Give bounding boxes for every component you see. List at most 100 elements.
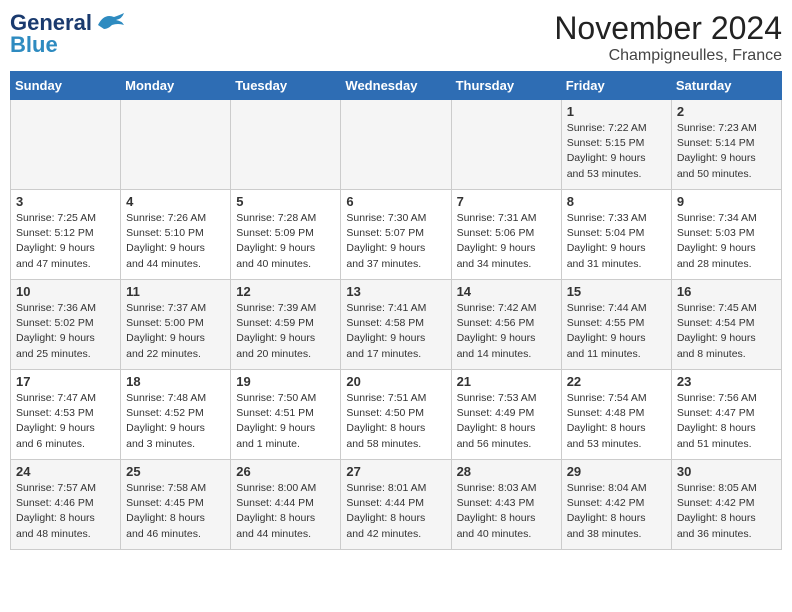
day-info: Sunrise: 8:00 AM Sunset: 4:44 PM Dayligh… <box>236 481 335 542</box>
day-info: Sunrise: 7:30 AM Sunset: 5:07 PM Dayligh… <box>346 211 445 272</box>
day-info: Sunrise: 7:53 AM Sunset: 4:49 PM Dayligh… <box>457 391 556 452</box>
day-info: Sunrise: 8:05 AM Sunset: 4:42 PM Dayligh… <box>677 481 776 542</box>
calendar-cell: 29Sunrise: 8:04 AM Sunset: 4:42 PM Dayli… <box>561 460 671 550</box>
day-number: 8 <box>567 194 666 209</box>
day-info: Sunrise: 7:54 AM Sunset: 4:48 PM Dayligh… <box>567 391 666 452</box>
calendar-cell <box>341 100 451 190</box>
day-info: Sunrise: 7:58 AM Sunset: 4:45 PM Dayligh… <box>126 481 225 542</box>
day-number: 29 <box>567 464 666 479</box>
calendar-cell: 14 Sunrise: 7:42 AM Sunset: 4:56 PM Dayli… <box>451 280 561 370</box>
calendar-cell: 12 Sunrise: 7:39 AM Sunset: 4:59 PM Dayli… <box>231 280 341 370</box>
day-info: Sunrise: 7:33 AM Sunset: 5:04 PM Dayligh… <box>567 211 666 272</box>
day-number: 2 <box>677 104 776 119</box>
calendar-week-row: 10 Sunrise: 7:36 AM Sunset: 5:02 PM Dayli… <box>11 280 782 370</box>
day-info: Sunrise: 7:57 AM Sunset: 4:46 PM Dayligh… <box>16 481 115 542</box>
day-number: 18 <box>126 374 225 389</box>
calendar-week-row: 17 Sunrise: 7:47 AM Sunset: 4:53 PM Dayli… <box>11 370 782 460</box>
calendar-cell: 8 Sunrise: 7:33 AM Sunset: 5:04 PM Daylig… <box>561 190 671 280</box>
day-number: 4 <box>126 194 225 209</box>
month-title: November 2024 <box>554 10 782 47</box>
day-info: Sunrise: 7:56 AM Sunset: 4:47 PM Dayligh… <box>677 391 776 452</box>
calendar-cell: 13Sunrise: 7:41 AM Sunset: 4:58 PM Dayli… <box>341 280 451 370</box>
calendar-cell: 22 Sunrise: 7:54 AM Sunset: 4:48 PM Dayli… <box>561 370 671 460</box>
day-info: Sunrise: 7:34 AM Sunset: 5:03 PM Dayligh… <box>677 211 776 272</box>
calendar-cell: 20 Sunrise: 7:51 AM Sunset: 4:50 PM Dayli… <box>341 370 451 460</box>
calendar-week-row: 1 Sunrise: 7:22 AM Sunset: 5:15 PM Daylig… <box>11 100 782 190</box>
calendar-cell: 18 Sunrise: 7:48 AM Sunset: 4:52 PM Dayli… <box>121 370 231 460</box>
day-number: 9 <box>677 194 776 209</box>
day-number: 30 <box>677 464 776 479</box>
calendar-cell: 21 Sunrise: 7:53 AM Sunset: 4:49 PM Dayli… <box>451 370 561 460</box>
day-info: Sunrise: 7:22 AM Sunset: 5:15 PM Dayligh… <box>567 121 666 182</box>
calendar-cell: 24 Sunrise: 7:57 AM Sunset: 4:46 PM Dayli… <box>11 460 121 550</box>
calendar-cell: 10 Sunrise: 7:36 AM Sunset: 5:02 PM Dayli… <box>11 280 121 370</box>
day-info: Sunrise: 8:01 AM Sunset: 4:44 PM Dayligh… <box>346 481 445 542</box>
day-info: Sunrise: 7:45 AM Sunset: 4:54 PM Dayligh… <box>677 301 776 362</box>
day-number: 1 <box>567 104 666 119</box>
calendar-cell: 16 Sunrise: 7:45 AM Sunset: 4:54 PM Dayli… <box>671 280 781 370</box>
day-info: Sunrise: 8:03 AM Sunset: 4:43 PM Dayligh… <box>457 481 556 542</box>
day-info: Sunrise: 7:28 AM Sunset: 5:09 PM Dayligh… <box>236 211 335 272</box>
day-number: 10 <box>16 284 115 299</box>
day-number: 19 <box>236 374 335 389</box>
calendar-cell: 19 Sunrise: 7:50 AM Sunset: 4:51 PM Dayli… <box>231 370 341 460</box>
day-number: 12 <box>236 284 335 299</box>
day-of-week-header: Wednesday <box>341 72 451 100</box>
day-number: 14 <box>457 284 556 299</box>
day-number: 21 <box>457 374 556 389</box>
calendar-cell <box>451 100 561 190</box>
day-number: 7 <box>457 194 556 209</box>
day-info: Sunrise: 7:36 AM Sunset: 5:02 PM Dayligh… <box>16 301 115 362</box>
calendar-cell: 9 Sunrise: 7:34 AM Sunset: 5:03 PM Daylig… <box>671 190 781 280</box>
day-number: 3 <box>16 194 115 209</box>
day-number: 20 <box>346 374 445 389</box>
day-number: 16 <box>677 284 776 299</box>
calendar-header: General Blue November 2024 Champigneulle… <box>10 10 782 65</box>
calendar-week-row: 24 Sunrise: 7:57 AM Sunset: 4:46 PM Dayli… <box>11 460 782 550</box>
day-of-week-header: Sunday <box>11 72 121 100</box>
day-info: Sunrise: 7:51 AM Sunset: 4:50 PM Dayligh… <box>346 391 445 452</box>
calendar-cell: 7 Sunrise: 7:31 AM Sunset: 5:06 PM Daylig… <box>451 190 561 280</box>
title-block: November 2024 Champigneulles, France <box>554 10 782 65</box>
day-number: 23 <box>677 374 776 389</box>
calendar-cell <box>11 100 121 190</box>
day-info: Sunrise: 7:26 AM Sunset: 5:10 PM Dayligh… <box>126 211 225 272</box>
calendar-week-row: 3 Sunrise: 7:25 AM Sunset: 5:12 PM Daylig… <box>11 190 782 280</box>
day-of-week-header: Monday <box>121 72 231 100</box>
day-info: Sunrise: 7:44 AM Sunset: 4:55 PM Dayligh… <box>567 301 666 362</box>
day-info: Sunrise: 7:41 AM Sunset: 4:58 PM Dayligh… <box>346 301 445 362</box>
calendar-cell: 27 Sunrise: 8:01 AM Sunset: 4:44 PM Dayli… <box>341 460 451 550</box>
calendar-header-row: SundayMondayTuesdayWednesdayThursdayFrid… <box>11 72 782 100</box>
logo-bird-icon <box>94 11 126 33</box>
day-info: Sunrise: 7:25 AM Sunset: 5:12 PM Dayligh… <box>16 211 115 272</box>
calendar-cell: 15 Sunrise: 7:44 AM Sunset: 4:55 PM Dayli… <box>561 280 671 370</box>
calendar-table: SundayMondayTuesdayWednesdayThursdayFrid… <box>10 71 782 550</box>
day-info: Sunrise: 7:50 AM Sunset: 4:51 PM Dayligh… <box>236 391 335 452</box>
calendar-cell: 6 Sunrise: 7:30 AM Sunset: 5:07 PM Daylig… <box>341 190 451 280</box>
day-number: 15 <box>567 284 666 299</box>
day-number: 26 <box>236 464 335 479</box>
day-number: 17 <box>16 374 115 389</box>
calendar-cell: 17 Sunrise: 7:47 AM Sunset: 4:53 PM Dayli… <box>11 370 121 460</box>
calendar-cell: 1 Sunrise: 7:22 AM Sunset: 5:15 PM Daylig… <box>561 100 671 190</box>
calendar-cell: 4 Sunrise: 7:26 AM Sunset: 5:10 PM Daylig… <box>121 190 231 280</box>
day-info: Sunrise: 7:31 AM Sunset: 5:06 PM Dayligh… <box>457 211 556 272</box>
calendar-cell: 3 Sunrise: 7:25 AM Sunset: 5:12 PM Daylig… <box>11 190 121 280</box>
day-info: Sunrise: 7:42 AM Sunset: 4:56 PM Dayligh… <box>457 301 556 362</box>
day-of-week-header: Saturday <box>671 72 781 100</box>
day-info: Sunrise: 7:47 AM Sunset: 4:53 PM Dayligh… <box>16 391 115 452</box>
day-number: 25 <box>126 464 225 479</box>
day-number: 24 <box>16 464 115 479</box>
day-info: Sunrise: 7:37 AM Sunset: 5:00 PM Dayligh… <box>126 301 225 362</box>
day-number: 28 <box>457 464 556 479</box>
day-number: 22 <box>567 374 666 389</box>
calendar-cell: 5Sunrise: 7:28 AM Sunset: 5:09 PM Daylig… <box>231 190 341 280</box>
day-info: Sunrise: 7:48 AM Sunset: 4:52 PM Dayligh… <box>126 391 225 452</box>
day-info: Sunrise: 7:39 AM Sunset: 4:59 PM Dayligh… <box>236 301 335 362</box>
calendar-cell: 25 Sunrise: 7:58 AM Sunset: 4:45 PM Dayli… <box>121 460 231 550</box>
logo: General Blue <box>10 10 126 58</box>
calendar-cell: 23 Sunrise: 7:56 AM Sunset: 4:47 PM Dayli… <box>671 370 781 460</box>
day-number: 27 <box>346 464 445 479</box>
calendar-cell: 30 Sunrise: 8:05 AM Sunset: 4:42 PM Dayli… <box>671 460 781 550</box>
day-number: 6 <box>346 194 445 209</box>
